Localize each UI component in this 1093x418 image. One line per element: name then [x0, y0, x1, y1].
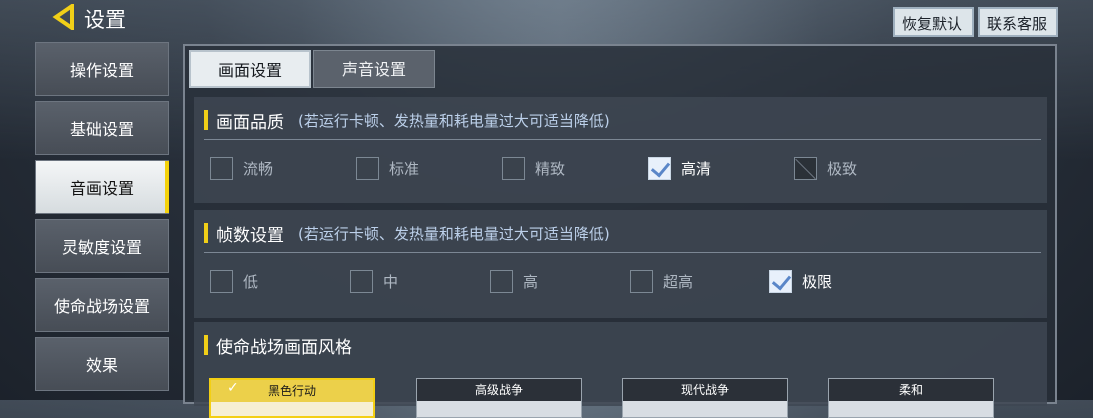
fps-section: 帧数设置 (若运行卡顿、发热量和耗电量过大可适当降低) 低 中 高 超高 极限: [194, 210, 1047, 318]
option-label: 高: [523, 272, 539, 291]
style-card-advanced-warfare[interactable]: 高级战争: [416, 378, 582, 418]
sidebar-item-effects[interactable]: 效果: [35, 337, 169, 391]
checkbox[interactable]: [502, 156, 525, 180]
fps-option-low[interactable]: 低: [210, 268, 258, 294]
sidebar-item-battlefield[interactable]: 使命战场设置: [35, 278, 169, 332]
quality-option-fine[interactable]: 精致: [502, 155, 565, 181]
disabled-checkbox-icon: [794, 156, 817, 180]
tab-display[interactable]: 画面设置: [189, 50, 311, 88]
card-title: 黑色行动: [267, 384, 316, 398]
sidebar-item-controls[interactable]: 操作设置: [35, 42, 169, 96]
checkbox[interactable]: [210, 156, 233, 180]
option-label: 中: [383, 272, 399, 291]
style-section: 使命战场画面风格 ✓ 黑色行动 高级战争 现代战争 柔和: [194, 322, 1047, 418]
quality-option-smooth[interactable]: 流畅: [210, 155, 273, 181]
sidebar-item-label: 基础设置: [69, 120, 134, 139]
contact-support-button[interactable]: 联系客服: [978, 7, 1058, 37]
quality-option-hd[interactable]: 高清: [648, 155, 711, 181]
option-label: 流畅: [243, 159, 274, 178]
section-note: (若运行卡顿、发热量和耗电量过大可适当降低): [298, 111, 610, 130]
card-title: 柔和: [898, 383, 923, 397]
sidebar-item-audio-visual[interactable]: 音画设置: [35, 160, 169, 214]
card-title: 现代战争: [680, 383, 729, 397]
divider: [204, 252, 1041, 253]
section-title: 使命战场画面风格: [216, 337, 352, 358]
card-title: 高级战争: [474, 383, 523, 397]
section-title: 画面品质: [216, 112, 284, 133]
divider: [204, 139, 1041, 140]
sidebar-item-label: 操作设置: [69, 61, 134, 80]
style-card-modern-warfare[interactable]: 现代战争: [622, 378, 788, 418]
sidebar-item-label: 使命战场设置: [53, 297, 150, 316]
quality-option-standard[interactable]: 标准: [356, 155, 419, 181]
fps-option-medium[interactable]: 中: [350, 268, 398, 294]
sidebar-item-basic[interactable]: 基础设置: [35, 101, 169, 155]
option-label: 超高: [663, 272, 694, 291]
section-accent-bar: [204, 335, 208, 355]
header: 设置 恢复默认 联系客服: [0, 0, 1093, 38]
checkmark-icon[interactable]: [769, 269, 792, 293]
checkbox[interactable]: [210, 269, 233, 293]
checkbox[interactable]: [350, 269, 373, 293]
sidebar-item-label: 灵敏度设置: [61, 238, 142, 257]
sidebar-item-label: 效果: [85, 356, 118, 375]
section-accent-bar: [204, 223, 208, 243]
style-card-black-ops[interactable]: ✓ 黑色行动: [209, 378, 375, 418]
checkbox[interactable]: [356, 156, 379, 180]
option-label: 极致: [827, 159, 858, 178]
restore-default-button[interactable]: 恢复默认: [893, 7, 974, 37]
option-label: 标准: [389, 159, 420, 178]
option-label: 高清: [681, 159, 712, 178]
checkbox[interactable]: [490, 269, 513, 293]
fps-option-ultra[interactable]: 超高: [630, 268, 693, 294]
settings-panel: 画面设置 声音设置 画面品质 (若运行卡顿、发热量和耗电量过大可适当降低) 流畅…: [183, 44, 1057, 418]
fps-option-max[interactable]: 极限: [769, 268, 832, 294]
tab-bar: 画面设置 声音设置: [189, 50, 437, 88]
option-label: 精致: [535, 159, 566, 178]
page-title: 设置: [84, 8, 126, 32]
checkmark-icon[interactable]: [648, 156, 671, 180]
section-accent-bar: [204, 110, 208, 130]
fps-option-high[interactable]: 高: [490, 268, 538, 294]
style-card-soft[interactable]: 柔和: [828, 378, 994, 418]
section-note: (若运行卡顿、发热量和耗电量过大可适当降低): [298, 224, 610, 243]
checkbox[interactable]: [630, 269, 653, 293]
tab-sound[interactable]: 声音设置: [313, 50, 435, 88]
option-label: 低: [243, 272, 259, 291]
sidebar-item-sensitivity[interactable]: 灵敏度设置: [35, 219, 169, 273]
quality-option-extreme: 极致: [794, 155, 857, 181]
sidebar-item-label: 音画设置: [69, 179, 134, 198]
quality-section: 画面品质 (若运行卡顿、发热量和耗电量过大可适当降低) 流畅 标准 精致 高清 …: [194, 97, 1047, 203]
sidebar: 操作设置 基础设置 音画设置 灵敏度设置 使命战场设置 效果: [35, 42, 169, 396]
back-arrow-icon[interactable]: [52, 4, 78, 30]
section-title: 帧数设置: [216, 225, 284, 246]
option-label: 极限: [802, 272, 833, 291]
